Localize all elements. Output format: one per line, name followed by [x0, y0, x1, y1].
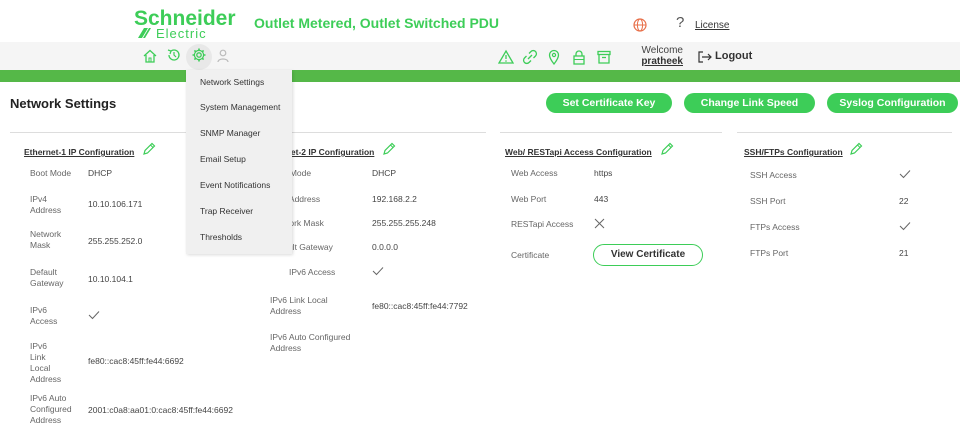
eth2-value: 255.255.255.248	[372, 218, 436, 228]
history-icon[interactable]	[166, 47, 182, 63]
brand-mark-icon	[138, 28, 151, 38]
eth2-label: IPv6 Access	[289, 267, 336, 277]
ssh-label: FTPs Access	[750, 222, 800, 232]
eth1-value: 10.10.106.171	[88, 199, 143, 209]
web-label: Certificate	[511, 250, 550, 260]
eth2-value: fe80::cac8:45ff:fe44:7792	[372, 301, 468, 311]
settings-dropdown-menu: Network Settings System Management SNMP …	[186, 70, 292, 254]
help-icon[interactable]: ?	[676, 14, 684, 31]
eth1-label: Default Gateway	[30, 267, 64, 288]
link-icon[interactable]	[522, 49, 538, 65]
menu-item-snmp-manager[interactable]: SNMP Manager	[200, 128, 260, 138]
license-link[interactable]: License	[695, 20, 729, 31]
web-value: 443	[594, 194, 609, 204]
web-label: RESTapi Access	[511, 219, 574, 229]
product-title: Outlet Metered, Outlet Switched PDU	[254, 15, 500, 31]
home-icon[interactable]	[142, 48, 158, 64]
eth2-label: IPv6 Link Local Address	[270, 295, 328, 316]
username-link[interactable]: pratheek	[641, 56, 683, 67]
logout-button[interactable]: Logout	[715, 50, 752, 62]
menu-item-thresholds[interactable]: Thresholds	[200, 232, 242, 242]
eth1-label: IPv4 Address	[30, 194, 62, 215]
set-certificate-key-button[interactable]: Set Certificate Key	[546, 93, 672, 113]
section-divider	[737, 132, 952, 133]
user-icon[interactable]	[216, 48, 232, 64]
ssh-value: 21	[899, 248, 909, 258]
eth1-title: Ethernet-1 IP Configuration	[24, 147, 135, 157]
eth1-label: Boot Mode	[30, 168, 72, 178]
green-banner	[0, 70, 960, 82]
eth1-label: IPv6 Link Local Address	[30, 341, 62, 384]
logout-icon[interactable]	[698, 51, 712, 63]
cross-icon	[594, 218, 605, 229]
location-pin-icon[interactable]	[546, 49, 562, 65]
menu-item-system-management[interactable]: System Management	[200, 102, 280, 112]
globe-icon[interactable]	[633, 18, 647, 32]
edit-pencil-icon[interactable]	[142, 142, 156, 156]
eth1-value: 255.255.252.0	[88, 236, 143, 246]
web-value: https	[594, 168, 613, 178]
top-header: Schneider Electric Outlet Metered, Outle…	[0, 0, 960, 42]
eth2-value: 192.168.2.2	[372, 194, 417, 204]
welcome-block: Welcome pratheek	[641, 45, 683, 67]
syslog-configuration-button[interactable]: Syslog Configuration	[827, 93, 958, 113]
check-icon	[88, 311, 100, 320]
gear-icon[interactable]	[191, 47, 207, 63]
eth1-value: fe80::cac8:45ff:fe44:6692	[88, 356, 184, 366]
edit-pencil-icon[interactable]	[382, 142, 396, 156]
eth1-label: Network Mask	[30, 229, 62, 250]
check-icon	[899, 170, 911, 179]
check-icon	[372, 267, 384, 276]
menu-item-trap-receiver[interactable]: Trap Receiver	[200, 206, 253, 216]
eth1-value: DHCP	[88, 168, 113, 178]
ssh-label: SSH Port	[750, 196, 786, 206]
menu-item-network-settings[interactable]: Network Settings	[200, 77, 264, 87]
brand-sub: Electric	[156, 26, 207, 41]
section-divider	[500, 132, 722, 133]
eth2-value: 0.0.0.0	[372, 242, 398, 252]
eth1-value: 2001:c0a8:aa01:0:cac8:45ff:fe44:6692	[88, 405, 233, 415]
ssh-value: 22	[899, 196, 909, 206]
edit-pencil-icon[interactable]	[849, 142, 863, 156]
web-label: Web Port	[511, 194, 547, 204]
schneider-logo[interactable]: Schneider Electric	[134, 8, 242, 42]
eth1-label: IPv6 Auto Configured Address	[30, 393, 72, 425]
archive-icon[interactable]	[596, 49, 612, 65]
edit-pencil-icon[interactable]	[660, 142, 674, 156]
menu-item-event-notifications[interactable]: Event Notifications	[200, 180, 270, 190]
web-title: Web/ RESTapi Access Configuration	[505, 147, 652, 157]
ssh-title: SSH/FTPs Configuration	[744, 147, 843, 157]
web-label: Web Access	[511, 168, 558, 178]
eth1-value: 10.10.104.1	[88, 274, 133, 284]
eth2-value: DHCP	[372, 168, 397, 178]
welcome-text: Welcome	[641, 45, 684, 56]
section-divider	[262, 132, 486, 133]
eth1-label: IPv6 Access	[30, 305, 58, 326]
check-icon	[899, 222, 911, 231]
lock-icon[interactable]	[571, 49, 587, 65]
warning-icon[interactable]	[498, 49, 514, 65]
page-title: Network Settings	[10, 96, 117, 111]
eth2-label: IPv6 Auto Configured Address	[270, 332, 351, 353]
change-link-speed-button[interactable]: Change Link Speed	[684, 93, 815, 113]
ssh-label: SSH Access	[750, 170, 797, 180]
menu-item-email-setup[interactable]: Email Setup	[200, 154, 246, 164]
view-certificate-button[interactable]: View Certificate	[593, 244, 703, 266]
ssh-label: FTPs Port	[750, 248, 789, 258]
